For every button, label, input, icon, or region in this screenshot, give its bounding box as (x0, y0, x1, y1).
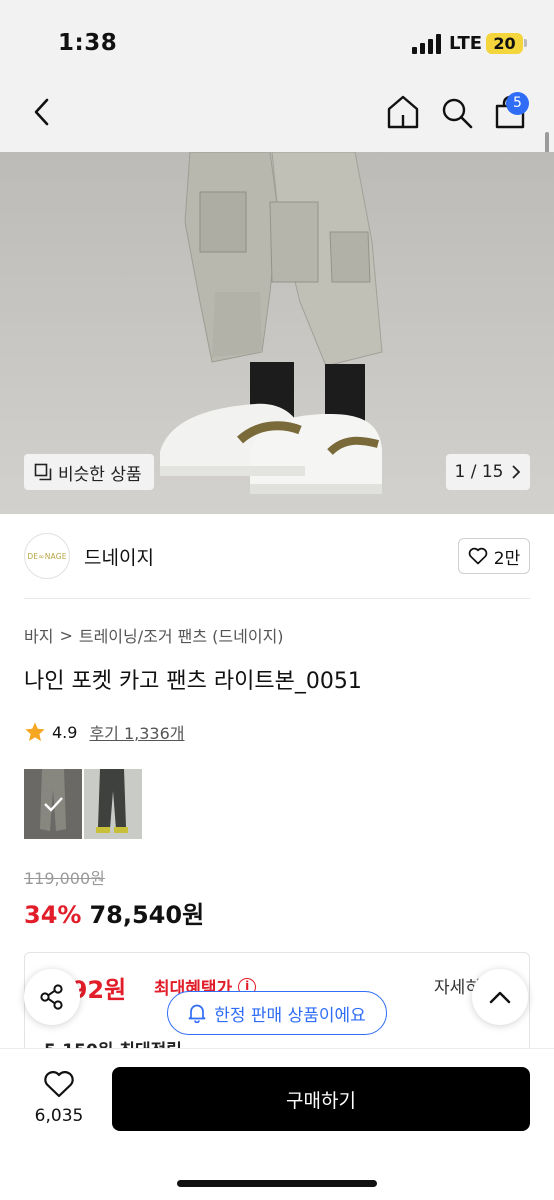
divider (24, 598, 530, 599)
color-option-light-bone[interactable] (24, 769, 82, 839)
limited-sale-label: 한정 판매 상품이에요 (214, 1005, 366, 1026)
buy-button[interactable]: 구매하기 (112, 1067, 530, 1131)
wishlist-button[interactable]: 6,035 (24, 1070, 94, 1126)
buy-button-label: 구매하기 (286, 1089, 356, 1112)
heart-icon (44, 1071, 74, 1098)
bell-icon (188, 1004, 206, 1023)
star-icon (25, 722, 45, 741)
breadcrumb: 바지 > 트레이닝/조거 팬츠 (드네이지) (24, 623, 284, 647)
brand-like-count: 2만 (493, 548, 521, 569)
color-option-charcoal[interactable] (84, 769, 142, 839)
breadcrumb-separator: > (59, 625, 73, 645)
heart-icon (468, 547, 488, 565)
chevron-right-icon (512, 465, 521, 479)
swatch-image (84, 769, 142, 839)
page-indicator-text: 1 / 15 (454, 462, 504, 482)
status-bar: 1:38 LTE 20 (0, 0, 554, 80)
product-rating: 4.9 후기 1,336개 (24, 720, 185, 744)
cart-count-badge: 5 (506, 92, 529, 115)
status-time: 1:38 (58, 30, 118, 56)
swatch-image (24, 769, 82, 839)
limited-sale-notice[interactable]: 한정 판매 상품이에요 (167, 991, 387, 1035)
brand-logo[interactable]: DE∞NAGE (24, 533, 70, 579)
chevron-up-icon (489, 991, 511, 1004)
back-arrow-icon[interactable] (28, 96, 56, 128)
signal-strength-icon (412, 34, 442, 54)
share-button[interactable] (24, 969, 80, 1025)
sale-price-row: 34% 78,540원 (24, 895, 204, 930)
battery-icon: 20 (486, 33, 523, 54)
brand-name[interactable]: 드네이지 (84, 543, 154, 570)
similar-products-label: 비슷한 상품 (58, 464, 142, 485)
wishlist-count: 6,035 (34, 1106, 84, 1126)
similar-products-button[interactable]: 비슷한 상품 (24, 454, 154, 490)
reviews-link[interactable]: 후기 1,336개 (89, 720, 184, 744)
breadcrumb-subcategory[interactable]: 트레이닝/조거 팬츠 (드네이지) (79, 623, 284, 647)
battery-cap (524, 39, 527, 47)
home-indicator (177, 1180, 377, 1187)
product-title: 나인 포켓 카고 팬츠 라이트본_0051 (24, 669, 362, 694)
breadcrumb-category[interactable]: 바지 (24, 623, 53, 647)
copy-icon (34, 463, 52, 481)
scroll-to-top-button[interactable] (472, 969, 528, 1025)
sale-price: 78,540원 (89, 901, 205, 929)
share-icon (40, 984, 63, 1010)
brand-logo-text: DE∞NAGE (27, 551, 67, 561)
home-icon[interactable] (386, 94, 420, 130)
search-icon[interactable] (440, 96, 474, 130)
rating-value: 4.9 (52, 722, 78, 742)
discount-rate: 34% (24, 901, 82, 929)
network-type: LTE (449, 33, 483, 54)
original-price: 119,000원 (24, 869, 105, 888)
brand-like-button[interactable]: 2만 (458, 538, 530, 574)
image-page-indicator[interactable]: 1 / 15 (446, 454, 530, 490)
